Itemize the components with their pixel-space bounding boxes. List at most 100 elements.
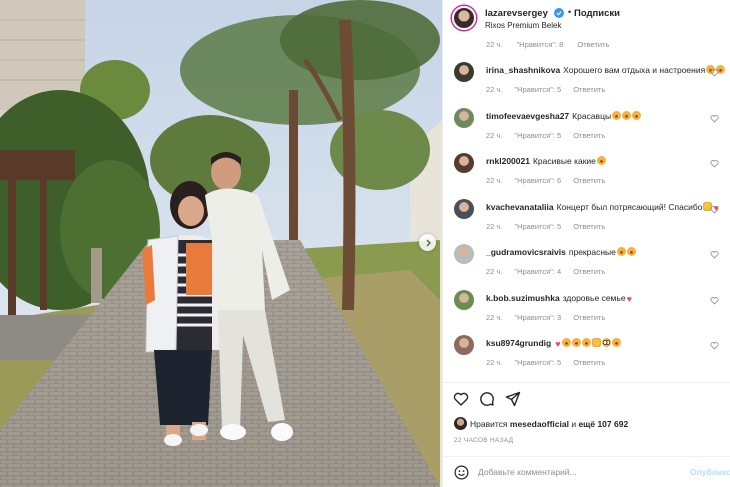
comment-body: ksu8974grundig ♥	[486, 338, 621, 349]
comment-text: Красавцы	[572, 110, 612, 121]
share-icon[interactable]	[505, 391, 521, 407]
heart-emoji-icon: ♥	[626, 293, 632, 304]
comment-likes[interactable]: "Нравится": 5	[514, 131, 561, 140]
comment-meta: 22 ч. "Нравится": 4 Ответить	[486, 267, 617, 276]
comment-item: k.bob.suzimushka здоровье семье♥ 22 ч. "Нра…	[454, 289, 730, 332]
comment-time[interactable]: 22 ч.	[486, 40, 502, 49]
comment-item: timofeevaevgesha27 Красавцы 22 ч. "Нравится…	[454, 107, 730, 150]
comment-item: rnkl200021 Красивые какие 22 ч. "Нравится":…	[454, 153, 730, 195]
likes-count[interactable]: ещё 107 692	[578, 419, 628, 429]
comment-meta: 22 ч. "Нравится": 5 Ответить	[486, 85, 617, 94]
like-comment-icon[interactable]	[710, 68, 719, 77]
comment-time[interactable]: 22 ч.	[486, 222, 502, 231]
liker-avatar[interactable]	[454, 417, 467, 430]
like-comment-icon[interactable]	[710, 341, 719, 350]
post-time[interactable]: 22 ЧАСОВ НАЗАД	[454, 437, 513, 444]
comment-likes[interactable]: "Нравится": 3	[514, 313, 561, 322]
commenter-username[interactable]: ksu8974grundig	[486, 338, 551, 348]
commenter-username[interactable]: k.bob.suzimushka	[486, 293, 560, 303]
reply-button[interactable]: Ответить	[573, 85, 605, 94]
reply-button[interactable]: Ответить	[573, 267, 605, 276]
commenter-avatar[interactable]	[454, 107, 474, 128]
previous-comment-meta: 22 ч. "Нравится": 8 Ответить	[486, 40, 621, 49]
comment-time[interactable]: 22 ч.	[486, 267, 502, 276]
reply-button[interactable]: Ответить	[573, 176, 605, 185]
post-photo[interactable]	[0, 0, 442, 487]
commenter-avatar[interactable]	[454, 289, 474, 310]
heart-emoji-icon: ♥	[555, 339, 561, 349]
emoji-icon	[611, 338, 621, 347]
liker-username[interactable]: mesedaofficial	[510, 419, 569, 429]
chevron-right-icon	[426, 239, 431, 246]
author-avatar[interactable]	[452, 6, 476, 30]
comment-likes[interactable]: "Нравится": 8	[517, 40, 564, 49]
like-comment-icon[interactable]	[710, 114, 719, 123]
reply-button[interactable]: Ответить	[573, 222, 605, 231]
comment-item: _gudramovicsraivis прекрасные 22 ч. "Нравит…	[454, 244, 730, 286]
heart-icon[interactable]	[453, 391, 469, 407]
emoji-icon	[632, 110, 642, 120]
comment-likes[interactable]: "Нравится": 5	[514, 85, 561, 94]
publish-button[interactable]: Опубликовать	[690, 467, 730, 477]
comment-item: ksu8974grundig ♥ 22 ч. "Нравится": 5 Ответит…	[454, 335, 730, 377]
comment-likes[interactable]: "Нравится": 5	[514, 222, 561, 231]
like-comment-icon[interactable]	[710, 250, 719, 259]
emoji-icon[interactable]	[454, 465, 469, 480]
comment-time[interactable]: 22 ч.	[486, 358, 502, 367]
emoji-icon	[616, 247, 626, 256]
emoji-icon	[571, 338, 581, 347]
comment-likes[interactable]: "Нравится": 6	[514, 176, 561, 185]
like-comment-icon[interactable]	[710, 205, 719, 214]
comment-likes[interactable]: "Нравится": 5	[514, 358, 561, 367]
comment-body: irina_shashnikova Хорошего вам отдыха и н…	[486, 65, 726, 75]
comment-time[interactable]: 22 ч.	[486, 131, 502, 140]
following-button[interactable]: Подписки	[574, 8, 620, 19]
commenter-avatar[interactable]	[454, 198, 474, 219]
commenter-avatar[interactable]	[454, 153, 474, 173]
reply-button[interactable]: Ответить	[573, 313, 605, 322]
emoji-icon	[561, 338, 571, 347]
commenter-avatar[interactable]	[454, 244, 474, 264]
comment-time[interactable]: 22 ч.	[486, 176, 502, 185]
comment-item: irina_shashnikova Хорошего вам отдыха и н…	[454, 62, 730, 104]
next-photo-button[interactable]	[419, 234, 436, 251]
post-panel: lazarevsergey • Подписки Rixos Premium B…	[442, 0, 730, 487]
reply-button[interactable]: Ответить	[573, 131, 605, 140]
commenter-username[interactable]: timofeevaevgesha27	[486, 111, 569, 121]
reply-button[interactable]: Ответить	[577, 40, 609, 49]
post-location[interactable]: Rixos Premium Belek	[485, 21, 561, 30]
comment-text: здоровье семье	[562, 292, 626, 303]
commenter-avatar[interactable]	[454, 62, 474, 82]
emoji-icon	[626, 247, 636, 256]
comment-text: прекрасные	[568, 247, 616, 257]
comment-time[interactable]: 22 ч.	[486, 85, 502, 94]
emoji-icon	[622, 110, 632, 120]
comment-meta: 22 ч. "Нравится": 3 Ответить	[486, 313, 617, 322]
commenter-username[interactable]: rnkl200021	[486, 156, 530, 166]
like-comment-icon[interactable]	[710, 159, 719, 168]
comment-text: Красивые какие	[532, 156, 596, 166]
like-comment-icon[interactable]	[710, 296, 719, 305]
emoji-icon	[591, 338, 601, 347]
post-header: lazarevsergey • Подписки Rixos Premium B…	[443, 0, 730, 38]
commenter-username[interactable]: _gudramovicsraivis	[486, 247, 566, 257]
comment-likes[interactable]: "Нравится": 4	[514, 267, 561, 276]
comment-body: _gudramovicsraivis прекрасные	[486, 247, 636, 257]
commenter-username[interactable]: irina_shashnikova	[486, 65, 560, 75]
comment-text: Концерт был потрясающий! Спасибо	[556, 201, 703, 212]
author-username[interactable]: lazarevsergey	[485, 8, 548, 19]
reply-button[interactable]: Ответить	[573, 358, 605, 367]
verified-icon	[554, 8, 564, 18]
comment-input[interactable]	[478, 464, 678, 480]
emoji-icon	[596, 156, 606, 165]
commenter-username[interactable]: kvachevanataliia	[486, 202, 554, 212]
photo-scene	[0, 0, 442, 487]
commenter-avatar[interactable]	[454, 335, 474, 355]
comment-meta: 22 ч. "Нравится": 5 Ответить	[486, 131, 617, 140]
comment-meta: 22 ч. "Нравится": 5 Ответить	[486, 358, 617, 367]
comment-body: kvachevanataliia Концерт был потрясающий!…	[486, 201, 719, 213]
comment-time[interactable]: 22 ч.	[486, 313, 502, 322]
comment-icon[interactable]	[479, 391, 495, 407]
comment-meta: 22 ч. "Нравится": 6 Ответить	[486, 176, 617, 185]
header-separator: •	[568, 7, 572, 17]
